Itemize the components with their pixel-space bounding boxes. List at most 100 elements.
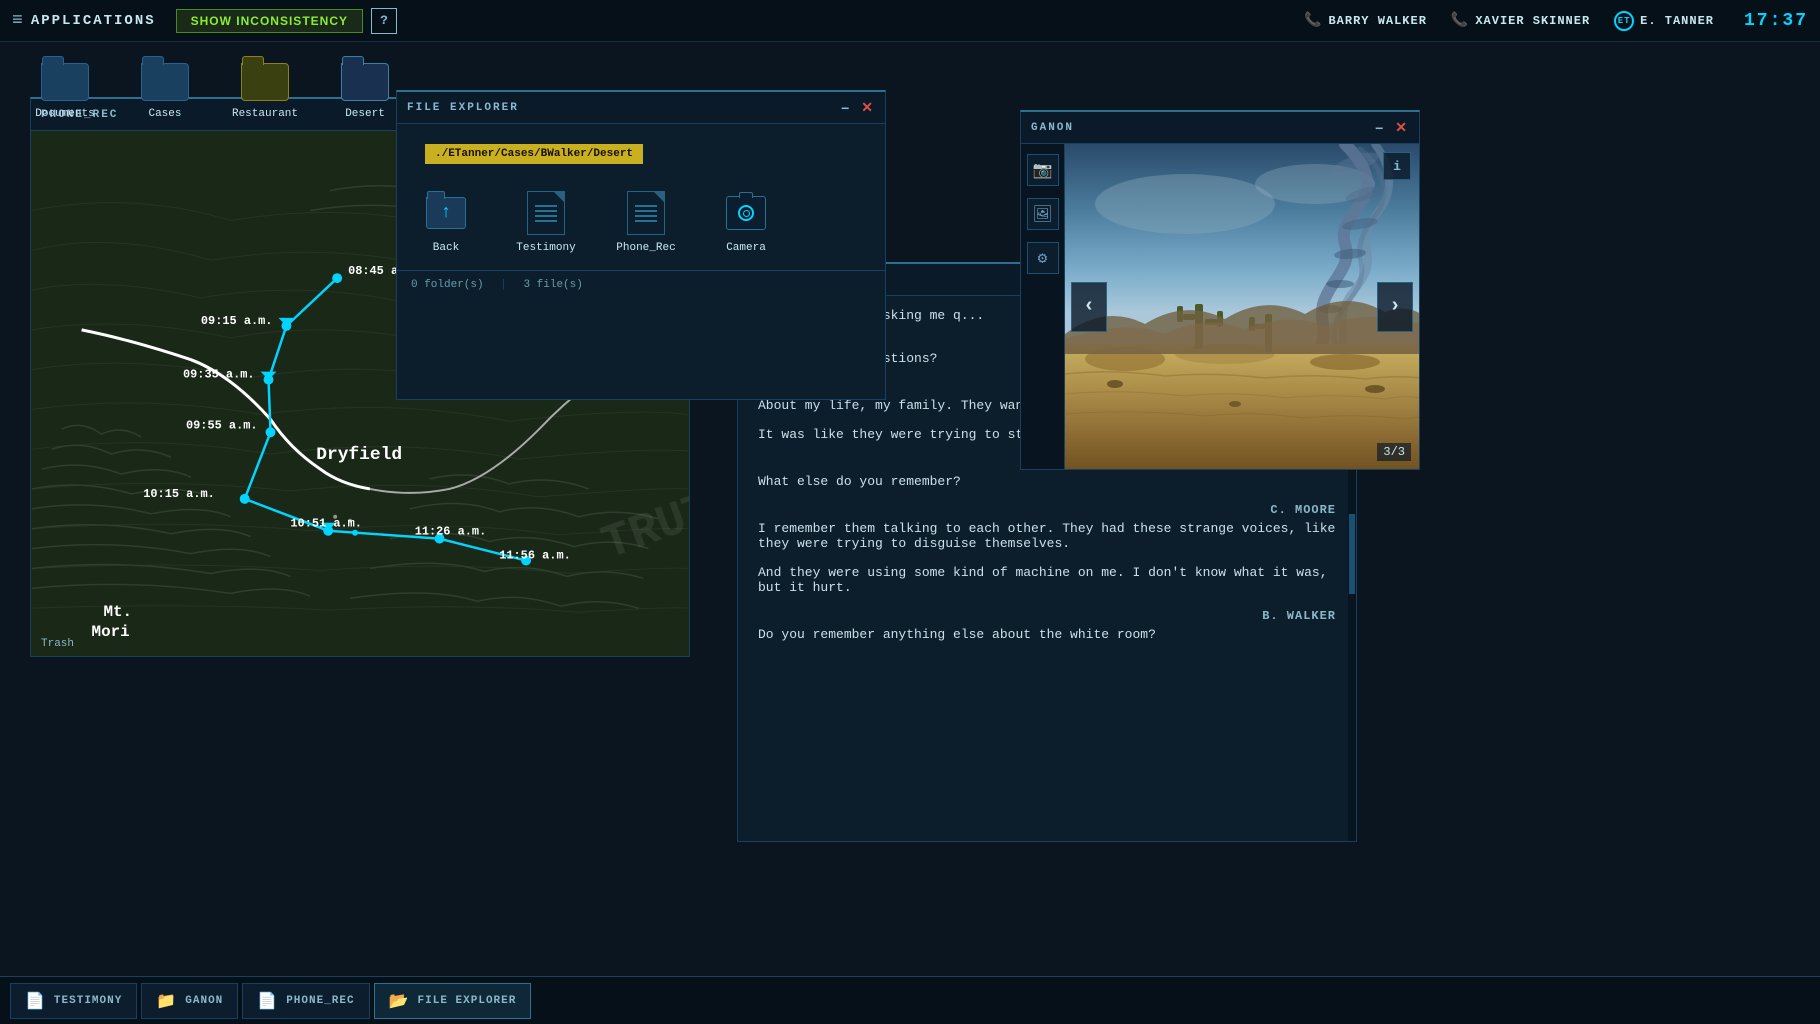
ganon-minimize[interactable]: − <box>1373 120 1385 136</box>
file-item-testimony[interactable]: Testimony <box>511 190 581 254</box>
cases-label: Cases <box>148 108 181 120</box>
ganon-settings-btn[interactable]: ⚙ <box>1027 242 1059 274</box>
svg-text:09:55 a.m.: 09:55 a.m. <box>186 418 258 432</box>
contact-barry-walker[interactable]: 📞 BARRY WALKER <box>1304 12 1427 29</box>
ganon-window: GANON − ✕ 📷 🖼 ⚙ <box>1020 110 1420 470</box>
desert-folder-icon <box>340 62 390 102</box>
documents-folder-icon <box>40 62 90 102</box>
taskbar-item-file-explorer[interactable]: 📂 FILE EXPLORER <box>374 983 532 1019</box>
restaurant-folder-icon <box>240 62 290 102</box>
svg-text:10:15 a.m.: 10:15 a.m. <box>143 487 215 501</box>
file-icons-row: ↑ Back <box>411 180 871 264</box>
desktop: Documents Cases Restaurant Desert PHONE_… <box>0 42 1820 976</box>
file-camera-label: Camera <box>726 242 766 254</box>
svg-text:10:51 a.m.: 10:51 a.m. <box>290 517 362 531</box>
file-explorer-body: ↑ Back <box>397 180 885 264</box>
back-folder-icon: ↑ <box>423 190 469 236</box>
taskbar-item-ganon[interactable]: 📁 GANON <box>141 983 238 1019</box>
file-explorer-title: FILE EXPLORER <box>407 102 519 114</box>
svg-text:09:15 a.m.: 09:15 a.m. <box>201 314 273 328</box>
testimony-speaker-c-moore: C. MOORE <box>758 503 1336 517</box>
ganon-controls: − ✕ <box>1373 119 1409 136</box>
footer-separator: | <box>500 279 507 291</box>
contact-e-tanner[interactable]: ET E. TANNER <box>1614 11 1714 31</box>
file-path: ./ETanner/Cases/BWalker/Desert <box>425 144 643 164</box>
svg-text:11:26 a.m.: 11:26 a.m. <box>415 525 487 539</box>
ganon-camera-btn[interactable]: 📷 <box>1027 154 1059 186</box>
help-button[interactable]: ? <box>371 8 397 34</box>
ganon-next-button[interactable]: › <box>1377 282 1413 332</box>
app-title: APPLICATIONS <box>31 13 156 29</box>
testimony-line-5: What else do you remember? <box>758 474 1336 489</box>
testimony-scrollbar-thumb[interactable] <box>1349 514 1355 594</box>
testimony-line-8: Do you remember anything else about the … <box>758 627 1336 642</box>
taskbar-phone-rec-label: PHONE_REC <box>286 995 354 1007</box>
desktop-icons: Documents Cases Restaurant Desert <box>0 42 430 140</box>
contact-xavier-skinner[interactable]: 📞 XAVIER SKINNER <box>1451 12 1590 29</box>
phone-icon-1: 📞 <box>1304 12 1322 29</box>
file-explorer-controls: − ✕ <box>839 99 875 116</box>
ganon-prev-button[interactable]: ‹ <box>1071 282 1107 332</box>
file-explorer-footer: 0 folder(s) | 3 file(s) <box>397 270 885 299</box>
svg-text:Mori: Mori <box>92 623 130 641</box>
svg-text:Mt.: Mt. <box>103 603 132 621</box>
file-explorer-window: FILE EXPLORER − ✕ ./ETanner/Cases/BWalke… <box>396 90 886 400</box>
ganon-sidebar: 📷 🖼 ⚙ <box>1021 144 1065 469</box>
taskbar-ganon-label: GANON <box>185 995 223 1007</box>
restaurant-label: Restaurant <box>232 108 298 120</box>
svg-text:Dryfield: Dryfield <box>316 445 402 465</box>
documents-label: Documents <box>35 108 94 120</box>
svg-text:11:56 a.m.: 11:56 a.m. <box>499 549 571 563</box>
file-item-phone-rec[interactable]: Phone_Rec <box>611 190 681 254</box>
ganon-scene-svg <box>1065 144 1419 469</box>
taskbar-testimony-icon: 📄 <box>25 991 46 1011</box>
file-explorer-close[interactable]: ✕ <box>859 99 875 116</box>
testimony-speaker-b-walker-2: B. WALKER <box>758 609 1336 623</box>
ganon-close[interactable]: ✕ <box>1393 119 1409 136</box>
phone-rec-file-icon <box>623 190 669 236</box>
file-testimony-label: Testimony <box>516 242 575 254</box>
topbar: ≡ APPLICATIONS Show INcONSISTEncY ? 📞 BA… <box>0 0 1820 42</box>
file-back-label: Back <box>433 242 459 254</box>
testimony-file-icon <box>523 190 569 236</box>
desktop-icon-documents[interactable]: Documents <box>30 62 100 120</box>
testimony-line-7: And they were using some kind of machine… <box>758 565 1336 595</box>
file-phone-rec-label: Phone_Rec <box>616 242 675 254</box>
ganon-title: GANON <box>1031 122 1074 134</box>
phone-icon-2: 📞 <box>1451 12 1469 29</box>
testimony-line-6: I remember them talking to each other. T… <box>758 521 1336 551</box>
inconsistency-button[interactable]: Show INcONSISTEncY <box>176 9 363 33</box>
file-item-back[interactable]: ↑ Back <box>411 190 481 254</box>
taskbar: 📄 TESTIMONY 📁 GANON 📄 PHONE_REC 📂 FILE E… <box>0 976 1820 1024</box>
ganon-titlebar[interactable]: GANON − ✕ <box>1021 112 1419 144</box>
ganon-image-btn[interactable]: 🖼 <box>1027 198 1059 230</box>
file-count: 3 file(s) <box>523 279 582 291</box>
desktop-icon-cases[interactable]: Cases <box>130 62 200 120</box>
desert-label: Desert <box>345 108 385 120</box>
file-explorer-titlebar[interactable]: FILE EXPLORER − ✕ <box>397 92 885 124</box>
taskbar-file-explorer-icon: 📂 <box>389 991 410 1011</box>
ganon-info-button[interactable]: i <box>1383 152 1411 180</box>
trash-label: Trash <box>41 638 74 650</box>
camera-file-icon-wrap <box>723 190 769 236</box>
taskbar-file-explorer-label: FILE EXPLORER <box>418 995 517 1007</box>
taskbar-ganon-icon: 📁 <box>156 991 177 1011</box>
taskbar-phone-rec-icon: 📄 <box>257 991 278 1011</box>
back-arrow-icon: ↑ <box>441 203 452 223</box>
tanner-avatar-icon: ET <box>1614 11 1634 31</box>
taskbar-item-phone-rec[interactable]: 📄 PHONE_REC <box>242 983 369 1019</box>
ganon-image-area: i ‹ › 3/3 <box>1065 144 1419 469</box>
file-item-camera[interactable]: Camera <box>711 190 781 254</box>
cases-folder-icon <box>140 62 190 102</box>
taskbar-testimony-label: TESTIMONY <box>54 995 122 1007</box>
folder-count: 0 folder(s) <box>411 279 484 291</box>
svg-text:09:35 a.m.: 09:35 a.m. <box>183 368 255 382</box>
menu-icon[interactable]: ≡ <box>12 11 23 31</box>
ganon-image-counter: 3/3 <box>1377 443 1411 461</box>
taskbar-item-testimony[interactable]: 📄 TESTIMONY <box>10 983 137 1019</box>
file-explorer-minimize[interactable]: − <box>839 100 851 116</box>
clock: 17:37 <box>1744 11 1808 31</box>
desktop-icon-restaurant[interactable]: Restaurant <box>230 62 300 120</box>
ganon-image-content: i ‹ › 3/3 <box>1065 144 1419 469</box>
desktop-icon-desert[interactable]: Desert <box>330 62 400 120</box>
